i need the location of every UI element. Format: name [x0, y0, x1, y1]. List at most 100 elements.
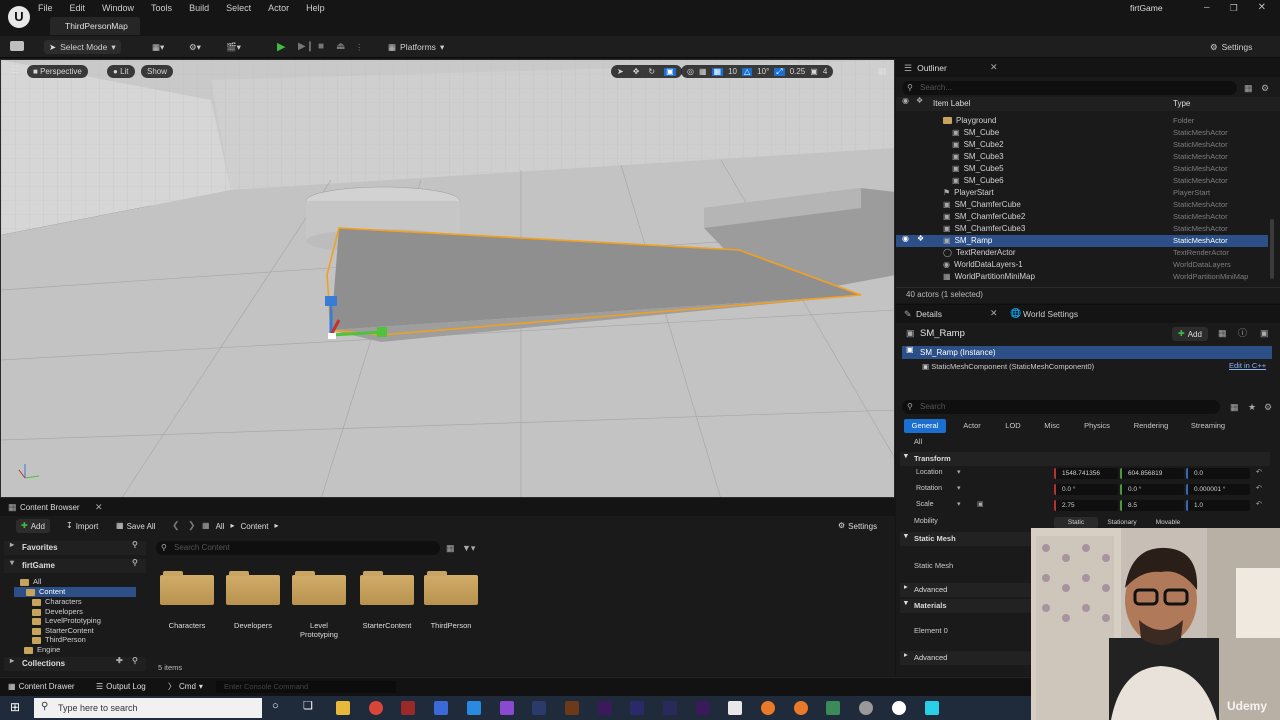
content-browser-tab[interactable]: Content Browser	[20, 503, 80, 512]
chevron-down-icon[interactable]: ▾	[957, 469, 961, 476]
blueprint-icon[interactable]: ▦	[1218, 329, 1227, 338]
location-label[interactable]: Location	[916, 469, 942, 476]
tab-rendering[interactable]: Rendering	[1126, 419, 1176, 433]
outliner-row[interactable]: ▣ SM_Cube3 StaticMeshActor	[896, 151, 1268, 163]
folder-thirdperson[interactable]: ThirdPerson	[424, 571, 478, 630]
vscode-icon[interactable]	[467, 701, 481, 715]
edit-cpp-link[interactable]: Edit in C++	[1229, 361, 1266, 370]
unreal-logo-icon[interactable]: U	[8, 6, 30, 28]
maximize-viewport-icon[interactable]: ▦	[878, 67, 887, 76]
move-tool-icon[interactable]: ✥	[633, 67, 640, 76]
surface-snap-icon[interactable]: ▦	[699, 67, 707, 76]
outliner-row[interactable]: ⚑ PlayerStart PlayerStart	[896, 187, 1268, 199]
select-mode-dropdown[interactable]: ➤ Select Mode ▾	[44, 40, 121, 54]
outliner-row[interactable]: ▣ SM_Cube StaticMeshActor	[896, 127, 1268, 139]
rotation-z-input[interactable]: 0.000001 °	[1186, 484, 1250, 495]
help-icon[interactable]: ⓘ	[1238, 329, 1247, 338]
tab-physics[interactable]: Physics	[1074, 419, 1120, 433]
select-tool-icon[interactable]: ➤	[617, 67, 624, 76]
close-icon[interactable]: ✕	[95, 503, 103, 512]
scale-x-input[interactable]: 2.75	[1054, 500, 1118, 511]
outliner-row[interactable]: ▣ SM_ChamferCube2 StaticMeshActor	[896, 211, 1268, 223]
content-drawer-button[interactable]: ▦ Content Drawer	[8, 682, 75, 691]
app-icon[interactable]	[859, 701, 873, 715]
platforms-button[interactable]: ▦ Platforms ▾	[388, 40, 444, 54]
project-header[interactable]: ▾ firtGame ⚲	[4, 559, 146, 573]
location-x-input[interactable]: 1548.741356	[1054, 468, 1118, 479]
tree-all[interactable]: All	[20, 577, 41, 587]
play-step-icon[interactable]: ▶❙	[298, 40, 314, 54]
after-effects-icon[interactable]	[696, 701, 710, 715]
add-folder-icon[interactable]: ▦	[1244, 84, 1253, 93]
reset-icon[interactable]: ↶	[1256, 501, 1262, 508]
premiere-icon[interactable]	[598, 701, 612, 715]
tree-characters[interactable]: Characters	[32, 597, 82, 607]
chrome-icon[interactable]	[369, 701, 383, 715]
back-icon[interactable]: ❮	[172, 521, 180, 530]
type-header[interactable]: Type	[1173, 97, 1190, 111]
file-explorer-icon[interactable]	[336, 701, 350, 715]
rotation-snap-icon[interactable]: △	[742, 67, 753, 76]
pin-icon[interactable]: ❖	[917, 235, 924, 243]
eject-icon[interactable]: ⏏	[336, 40, 345, 54]
outliner-row[interactable]: ◯ TextRenderActor TextRenderActor	[896, 247, 1268, 259]
pin-icon[interactable]: ❖	[916, 97, 923, 105]
location-z-input[interactable]: 0.0	[1186, 468, 1250, 479]
app-icon[interactable]	[826, 701, 840, 715]
details-tab[interactable]: Details	[916, 309, 942, 319]
folder-characters[interactable]: Characters	[160, 571, 214, 630]
scale-label[interactable]: Scale	[916, 501, 934, 508]
folder-startercontent[interactable]: StarterContent	[358, 571, 416, 630]
app-icon[interactable]	[434, 701, 448, 715]
illustrator-icon[interactable]	[565, 701, 579, 715]
mobility-movable[interactable]: Movable	[1146, 517, 1190, 528]
grid-snap-value[interactable]: 10	[728, 65, 737, 78]
task-view-icon[interactable]: ❏	[303, 701, 313, 712]
close-icon[interactable]: ✕	[990, 63, 998, 72]
gear-icon[interactable]: ⚙	[1261, 84, 1269, 93]
plus-icon[interactable]: ✚	[116, 657, 123, 665]
save-icon[interactable]	[10, 41, 24, 51]
location-y-input[interactable]: 604.856819	[1120, 468, 1184, 479]
level-viewport[interactable]: ☰ ■ Perspective ● Lit Show ➤ ✥ ↻ ▣ ◎ ▦ ▦…	[0, 59, 895, 498]
tree-content[interactable]: Content	[14, 587, 136, 597]
scale-z-input[interactable]: 1.0	[1186, 500, 1250, 511]
visibility-icon[interactable]: ◉	[902, 97, 909, 105]
tab-misc[interactable]: Misc	[1034, 419, 1070, 433]
play-icon[interactable]: ▶	[277, 40, 285, 54]
favorites-header[interactable]: ▸ Favorites ⚲	[4, 541, 146, 555]
filter-icon[interactable]: ▼▾	[462, 544, 475, 553]
scale-tool-icon[interactable]: ▣	[664, 67, 676, 76]
import-button[interactable]: ↧ Import	[66, 519, 98, 533]
cb-settings-button[interactable]: ⚙ Settings	[838, 519, 877, 533]
cortana-icon[interactable]: ○	[272, 701, 279, 712]
close-icon[interactable]: ✕	[1258, 3, 1266, 13]
scale-snap-value[interactable]: 0.25	[790, 65, 806, 78]
breadcrumb-content[interactable]: Content	[240, 522, 268, 531]
reset-icon[interactable]: ↶	[1256, 485, 1262, 492]
viewport-scene[interactable]	[1, 60, 895, 498]
save-all-button[interactable]: ▦ Save All	[116, 519, 155, 533]
content-search-input[interactable]: ⚲ Search Content	[156, 541, 440, 555]
menu-edit[interactable]: Edit	[70, 3, 86, 13]
visual-studio-icon[interactable]	[500, 701, 514, 715]
perspective-button[interactable]: ■ Perspective	[27, 65, 88, 78]
audition-icon[interactable]	[630, 701, 644, 715]
tab-streaming[interactable]: Streaming	[1180, 419, 1236, 433]
chevron-down-icon[interactable]: ▾	[957, 501, 961, 508]
taskbar-search-input[interactable]: ⚲ Type here to search	[34, 698, 262, 718]
instance-row[interactable]: ▣ SM_Ramp (Instance)	[902, 346, 1272, 359]
mobility-static[interactable]: Static	[1054, 517, 1098, 528]
outliner-row[interactable]: ▣ SM_Cube2 StaticMeshActor	[896, 139, 1268, 151]
notepad-icon[interactable]	[728, 701, 742, 715]
minimize-icon[interactable]: –	[1204, 3, 1210, 13]
media-encoder-icon[interactable]	[663, 701, 677, 715]
menu-window[interactable]: Window	[102, 3, 134, 13]
outliner-row[interactable]: ▣ SM_Cube6 StaticMeshActor	[896, 175, 1268, 187]
outliner-row[interactable]: ▣ SM_ChamferCube StaticMeshActor	[896, 199, 1268, 211]
forward-icon[interactable]: ❯	[188, 521, 196, 530]
windows-start-icon[interactable]: ⊞	[10, 701, 20, 713]
rotation-x-input[interactable]: 0.0 °	[1054, 484, 1118, 495]
scale-y-input[interactable]: 8.5	[1120, 500, 1184, 511]
menu-build[interactable]: Build	[189, 3, 209, 13]
